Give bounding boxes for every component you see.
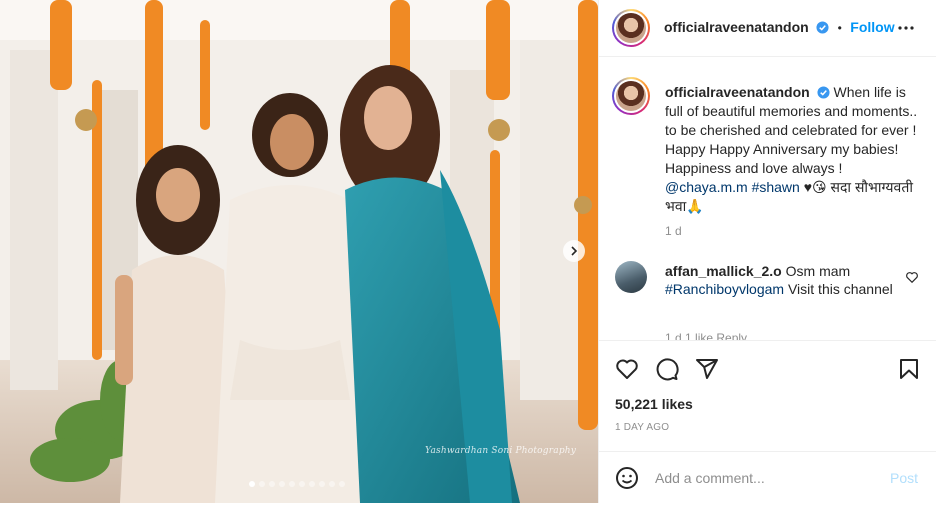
- follow-button[interactable]: Follow: [850, 19, 894, 35]
- carousel-dot: [329, 481, 335, 487]
- comment-like-icon[interactable]: [905, 270, 919, 284]
- comment: affan_mallick_2.o Osm mam #Ranchiboyvlog…: [665, 262, 901, 298]
- post-header: officialraveenatandon • Follow: [599, 0, 936, 57]
- bookmark-icon[interactable]: [897, 357, 921, 381]
- comment-meta: 1 d 1 like Reply: [665, 331, 748, 340]
- caption-username[interactable]: officialraveenatandon: [665, 84, 810, 100]
- author-username[interactable]: officialraveenatandon: [664, 19, 809, 35]
- photo-watermark: Yashwardhan Soni Photography: [425, 446, 577, 456]
- post-timestamp[interactable]: 1 DAY AGO: [615, 422, 669, 433]
- page-bottom-edge: [0, 503, 936, 507]
- post-modal: Yashwardhan Soni Photography officialrav…: [0, 0, 936, 503]
- post-side-panel: officialraveenatandon • Follow officialr…: [598, 0, 936, 503]
- emoji-icon[interactable]: [615, 466, 639, 490]
- verified-badge-icon: [816, 21, 829, 34]
- likes-count[interactable]: 50,221 likes: [615, 396, 693, 412]
- carousel-dot: [339, 481, 345, 487]
- carousel-dot: [309, 481, 315, 487]
- caption-mention-link[interactable]: @chaya.m.m: [665, 179, 748, 195]
- comment-hashtag-link[interactable]: #Ranchiboyvlogam: [665, 281, 784, 297]
- carousel-dots: [249, 481, 345, 487]
- post-comment-button[interactable]: Post: [890, 470, 918, 486]
- chevron-right-icon: [571, 246, 578, 256]
- carousel-dot: [269, 481, 275, 487]
- comment-composer: Post: [599, 451, 936, 503]
- comment-tail: Visit this channel: [787, 281, 893, 297]
- heart-icon[interactable]: [615, 357, 639, 381]
- verified-badge-icon: [817, 86, 830, 99]
- photo-scene: [0, 0, 598, 503]
- commenter-username[interactable]: affan_mallick_2.o: [665, 263, 782, 279]
- caption-author-avatar[interactable]: [612, 77, 650, 115]
- author-avatar[interactable]: [612, 9, 650, 47]
- caption-time: 1 d: [665, 224, 682, 238]
- comment-input[interactable]: [655, 466, 875, 490]
- carousel-dot: [319, 481, 325, 487]
- commenter-avatar[interactable]: [615, 261, 647, 293]
- comment-icon[interactable]: [655, 357, 679, 381]
- paper-plane-icon[interactable]: [695, 357, 719, 381]
- post-photo[interactable]: Yashwardhan Soni Photography: [0, 0, 598, 503]
- caption-hashtag-link[interactable]: #shawn: [752, 179, 800, 195]
- carousel-dot: [299, 481, 305, 487]
- comments-scroll-area[interactable]: officialraveenatandon When life is full …: [599, 57, 936, 340]
- carousel-dot: [289, 481, 295, 487]
- header-separator: •: [837, 21, 842, 35]
- carousel-dot: [249, 481, 255, 487]
- carousel-dot: [279, 481, 285, 487]
- comment-body: Osm mam: [785, 263, 851, 279]
- post-actions: 50,221 likes 1 DAY AGO: [599, 340, 936, 460]
- more-horizontal-icon[interactable]: [897, 19, 915, 37]
- next-image-button[interactable]: [563, 240, 585, 262]
- caption: officialraveenatandon When life is full …: [665, 83, 923, 216]
- carousel-dot: [259, 481, 265, 487]
